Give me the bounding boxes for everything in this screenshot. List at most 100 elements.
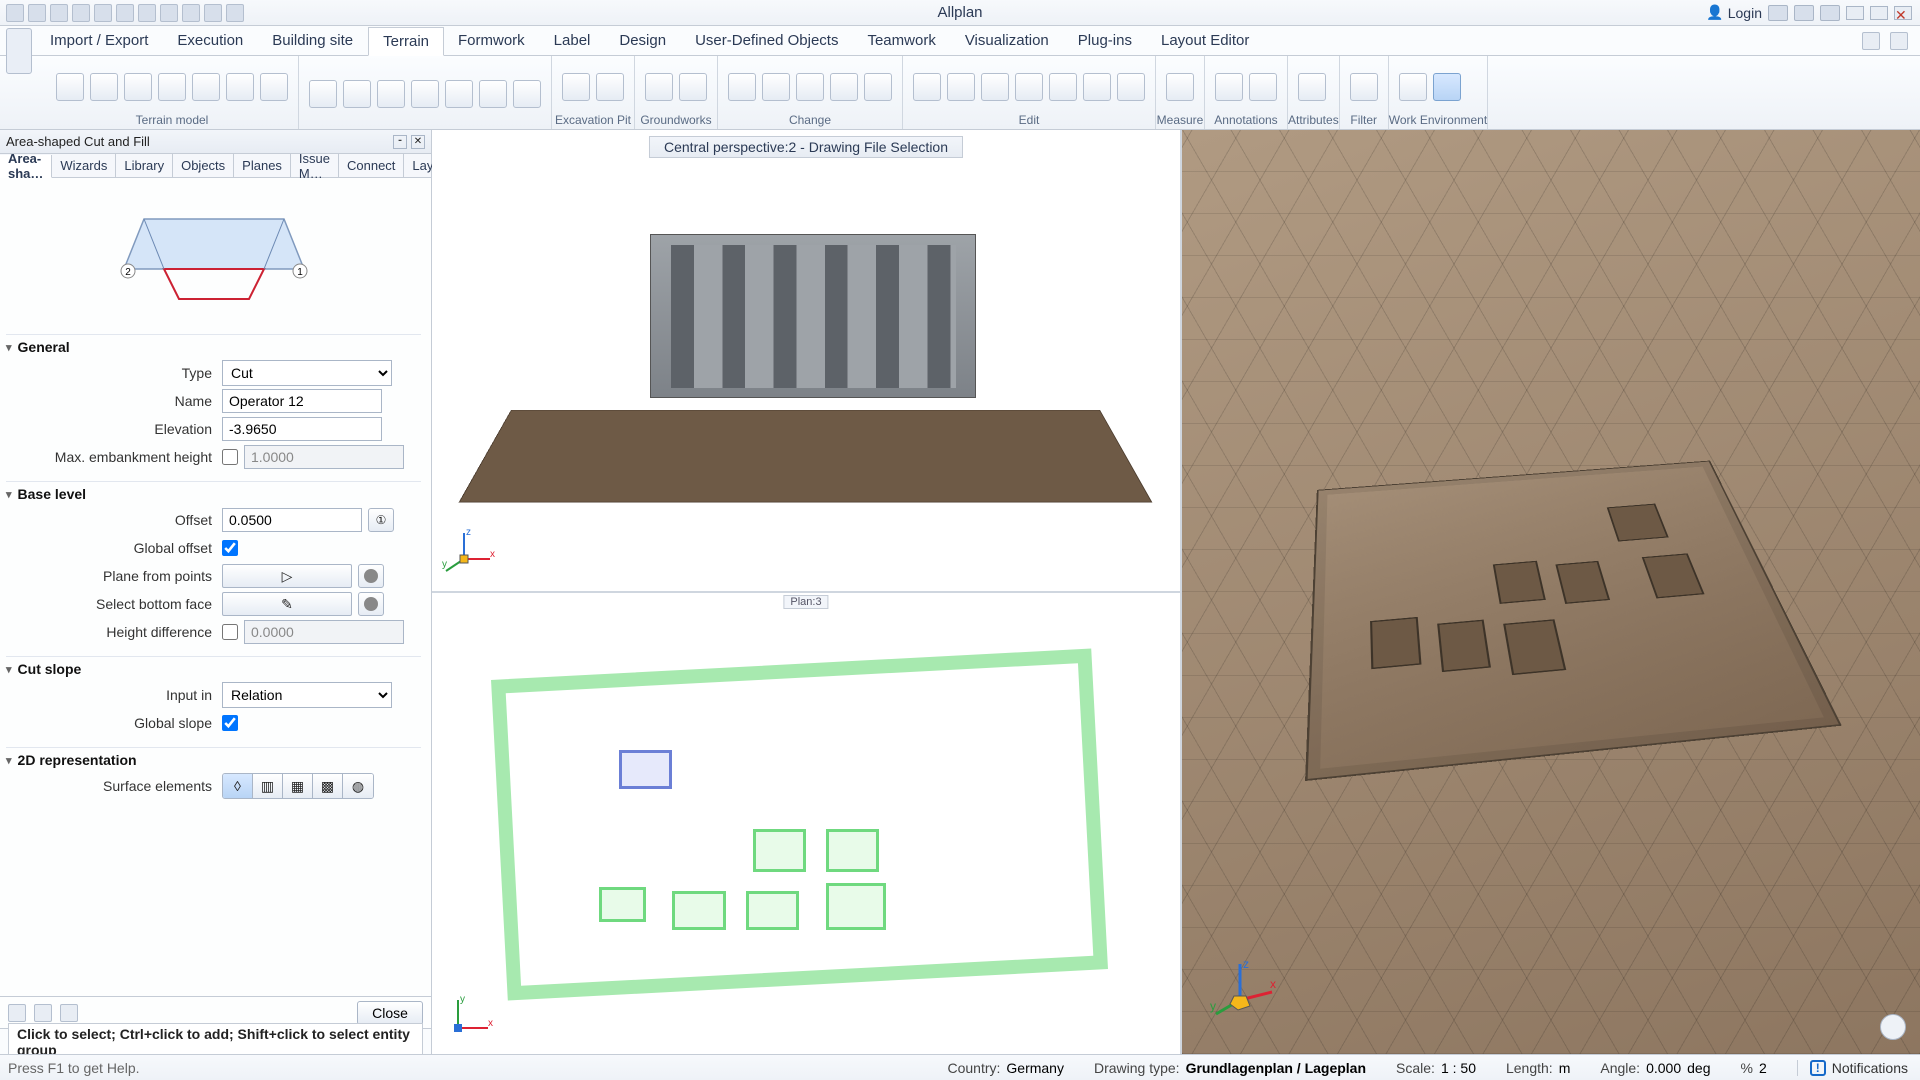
app-icon[interactable] (6, 4, 24, 22)
status-angle[interactable]: Angle:0.000deg (1600, 1060, 1710, 1076)
tab-visualization[interactable]: Visualization (951, 26, 1064, 55)
ribbon-button[interactable] (762, 73, 790, 101)
offset-info-icon[interactable]: ① (368, 508, 394, 532)
qat-redo-icon[interactable] (116, 4, 134, 22)
ribbon-button[interactable] (1433, 73, 1461, 101)
tab-formwork[interactable]: Formwork (444, 26, 540, 55)
section-slope-header[interactable]: Cut slope (6, 656, 421, 681)
plane-from-points-indicator[interactable] (358, 564, 384, 588)
viewport-right[interactable]: Central perspective:1 - Drawing File Sel… (1182, 130, 1920, 1054)
search-icon[interactable] (1890, 32, 1908, 50)
ribbon-button[interactable] (947, 73, 975, 101)
ribbon-button[interactable] (445, 80, 473, 108)
close-window-button[interactable]: ✕ (1894, 6, 1912, 20)
ribbon-button[interactable] (1015, 73, 1043, 101)
offset-input[interactable] (222, 508, 362, 532)
panel-tab-library[interactable]: Library (116, 154, 173, 177)
ribbon-button[interactable] (1049, 73, 1077, 101)
tab-import-export[interactable]: Import / Export (36, 26, 163, 55)
ribbon-button[interactable] (1350, 73, 1378, 101)
ribbon-button[interactable] (479, 80, 507, 108)
maximize-button[interactable] (1870, 6, 1888, 20)
viewport-top-left[interactable]: Central perspective:2 - Drawing File Sel… (432, 130, 1180, 593)
select-bottom-face-indicator[interactable] (358, 592, 384, 616)
ribbon-button[interactable] (513, 80, 541, 108)
panel-tab-connect[interactable]: Connect (339, 154, 404, 177)
qat-more-icon[interactable] (226, 4, 244, 22)
ribbon-button[interactable] (1399, 73, 1427, 101)
tab-layout-editor[interactable]: Layout Editor (1147, 26, 1264, 55)
name-input[interactable] (222, 389, 382, 413)
ribbon-button[interactable] (192, 73, 220, 101)
footer-save-icon[interactable] (34, 1004, 52, 1022)
footer-reset-icon[interactable] (60, 1004, 78, 1022)
ribbon-button[interactable] (377, 80, 405, 108)
status-country[interactable]: Country:Germany (947, 1060, 1064, 1076)
ribbon-button[interactable] (1298, 73, 1326, 101)
input-in-select[interactable]: Relation (222, 682, 392, 708)
ribbon-button[interactable] (260, 73, 288, 101)
qat-undo-icon[interactable] (94, 4, 112, 22)
minimize-button[interactable] (1846, 6, 1864, 20)
ribbon-button[interactable] (679, 73, 707, 101)
qat-copy-icon[interactable] (160, 4, 178, 22)
panel-close-icon[interactable]: ✕ (411, 135, 425, 149)
panel-tab-wizards[interactable]: Wizards (52, 154, 116, 177)
qat-view-icon[interactable] (204, 4, 222, 22)
ribbon-button[interactable] (645, 73, 673, 101)
plane-from-points-button[interactable]: ▷ (222, 564, 352, 588)
axis-gizmo-3d-icon[interactable]: z x y (1210, 956, 1280, 1026)
ribbon-button[interactable] (158, 73, 186, 101)
tab-terrain[interactable]: Terrain (368, 27, 444, 56)
qat-window-icon[interactable] (138, 4, 156, 22)
ribbon-button[interactable] (864, 73, 892, 101)
tab-building-site[interactable]: Building site (258, 26, 368, 55)
ribbon-button[interactable] (1215, 73, 1243, 101)
panel-tab-planes[interactable]: Planes (234, 154, 291, 177)
ribbon-button[interactable] (343, 80, 371, 108)
global-offset-checkbox[interactable] (222, 540, 238, 556)
status-drawing-type[interactable]: Drawing type:Grundlagenplan / Lageplan (1094, 1060, 1366, 1076)
section-general-header[interactable]: General (6, 334, 421, 359)
ribbon-button[interactable] (226, 73, 254, 101)
status-percent[interactable]: %2 (1740, 1060, 1766, 1076)
ribbon-button[interactable] (90, 73, 118, 101)
tab-design[interactable]: Design (605, 26, 681, 55)
seg-opt-3[interactable]: ▦ (283, 774, 313, 798)
viewport-bottom-left[interactable]: Plan:3 y x (432, 593, 1180, 1054)
surface-elements-segmented[interactable]: ◊ ▥ ▦ ▩ ◍ (222, 773, 374, 799)
notifications-button[interactable]: Notifications (1797, 1060, 1908, 1076)
ribbon-button[interactable] (1166, 73, 1194, 101)
panel-tab-area-sha-[interactable]: Area-sha… (0, 155, 52, 178)
section-rep-header[interactable]: 2D representation (6, 747, 421, 772)
status-length[interactable]: Length:m (1506, 1060, 1570, 1076)
axis-gizmo-2d-icon[interactable]: y x (442, 988, 498, 1044)
tab-plug-ins[interactable]: Plug-ins (1064, 26, 1147, 55)
seg-opt-4[interactable]: ▩ (313, 774, 343, 798)
select-bottom-face-button[interactable]: ✎ (222, 592, 352, 616)
panel-close-button[interactable]: Close (357, 1001, 423, 1025)
type-select[interactable]: Cut (222, 360, 392, 386)
embankment-checkbox[interactable] (222, 449, 238, 465)
status-scale[interactable]: Scale:1 : 50 (1396, 1060, 1476, 1076)
ribbon-button[interactable] (796, 73, 824, 101)
panel-tab-issue-m-[interactable]: Issue M… (291, 154, 339, 177)
actionbar-tool-icon[interactable] (6, 28, 32, 74)
footer-load-icon[interactable] (8, 1004, 26, 1022)
ribbon-button[interactable] (981, 73, 1009, 101)
tab-teamwork[interactable]: Teamwork (853, 26, 950, 55)
global-slope-checkbox[interactable] (222, 715, 238, 731)
help-icon[interactable] (1820, 5, 1840, 21)
ribbon-button[interactable] (411, 80, 439, 108)
tab-label[interactable]: Label (540, 26, 606, 55)
tab-execution[interactable]: Execution (163, 26, 258, 55)
seg-opt-1[interactable]: ◊ (223, 774, 253, 798)
seg-opt-5[interactable]: ◍ (343, 774, 373, 798)
qat-paste-icon[interactable] (182, 4, 200, 22)
login-button[interactable]: 👤 Login (1706, 4, 1762, 21)
elevation-input[interactable] (222, 417, 382, 441)
tab-user-defined-objects[interactable]: User-Defined Objects (681, 26, 853, 55)
height-diff-checkbox[interactable] (222, 624, 238, 640)
axis-gizmo-icon[interactable]: z x y (442, 525, 498, 581)
ribbon-button[interactable] (124, 73, 152, 101)
